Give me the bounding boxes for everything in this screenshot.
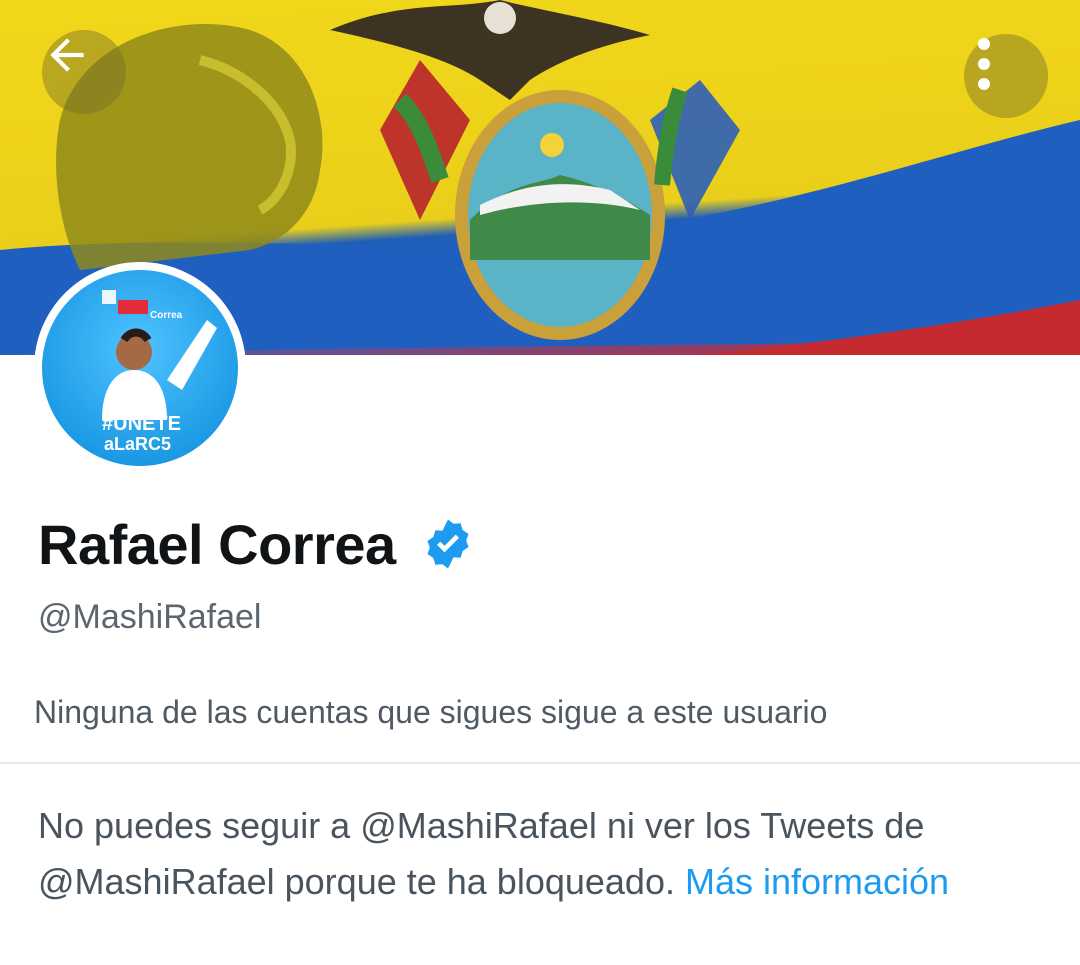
back-button[interactable] [42,30,126,114]
arrow-left-icon [50,38,84,72]
blocked-notice: No puedes seguir a @MashiRafael ni ver l… [38,798,1048,910]
profile-avatar[interactable]: Correa #UNETE aLaRC5 [34,262,246,474]
profile-display-name: Rafael Correa [38,512,396,576]
more-options-button[interactable] [964,34,1048,118]
avatar-image: Correa #UNETE aLaRC5 [42,270,238,466]
section-divider [0,762,1080,764]
followers-you-know-note: Ninguna de las cuentas que sigues sigue … [34,694,828,730]
profile-handle: @MashiRafael [38,598,262,636]
more-vertical-icon [978,38,990,90]
avatar-hashtag-line1: #UNETE [102,413,181,435]
avatar-hashtag-line2: aLaRC5 [104,434,171,454]
more-info-link[interactable]: Más información [685,861,949,902]
profile-name-row: Rafael Correa [38,508,476,580]
avatar-badge-text: Correa [150,310,183,321]
verified-badge-icon [427,519,469,569]
